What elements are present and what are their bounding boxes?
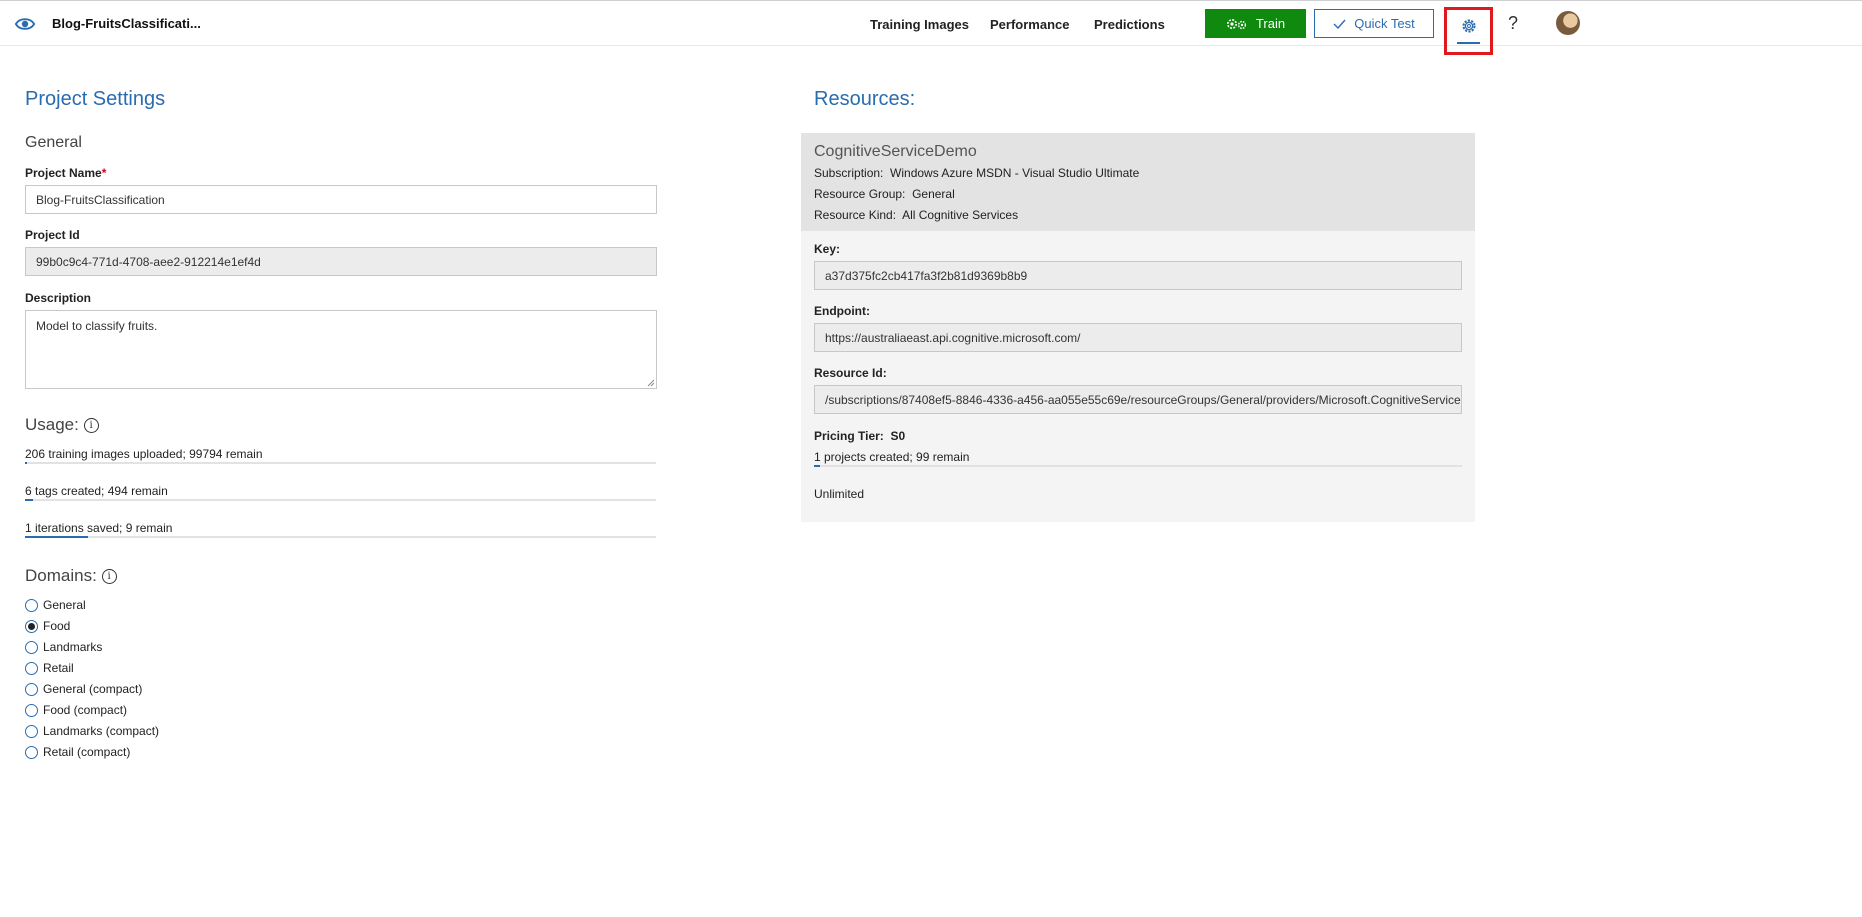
usage-iterations-bar-fill bbox=[25, 536, 88, 538]
pricing-tier: Pricing Tier: S0 bbox=[814, 429, 906, 443]
general-heading: General bbox=[25, 134, 82, 151]
settings-button[interactable] bbox=[1444, 7, 1493, 55]
radio-button[interactable] bbox=[25, 619, 38, 633]
help-button[interactable]: ? bbox=[1508, 13, 1518, 34]
project-name-input[interactable]: Blog-FruitsClassification bbox=[25, 185, 657, 214]
train-button[interactable]: Train bbox=[1205, 9, 1306, 38]
radio-button[interactable] bbox=[25, 682, 38, 696]
top-bar: Blog-FruitsClassificati... Training Imag… bbox=[0, 0, 1862, 55]
domain-option[interactable]: Retail (compact) bbox=[25, 745, 130, 759]
avatar[interactable] bbox=[1556, 11, 1580, 35]
domain-option-label: Retail bbox=[43, 661, 74, 675]
usage-images-bar-fill bbox=[25, 462, 27, 464]
domain-option-label: General (compact) bbox=[43, 682, 143, 696]
nav-predictions[interactable]: Predictions bbox=[1094, 17, 1165, 32]
key-label: Key: bbox=[814, 242, 841, 256]
radio-button[interactable] bbox=[25, 598, 38, 612]
description-label: Description bbox=[25, 291, 92, 305]
description-text: Model to classify fruits. bbox=[36, 319, 158, 333]
usage-tags-bar-fill bbox=[25, 499, 33, 501]
projects-usage-bar-fill bbox=[814, 465, 820, 467]
project-name-label: Project Name* bbox=[25, 166, 107, 180]
radio-button[interactable] bbox=[25, 724, 38, 738]
project-id-label: Project Id bbox=[25, 228, 80, 242]
domains-heading: Domains: i bbox=[25, 566, 117, 586]
domain-option-label: General bbox=[43, 598, 86, 612]
nav-performance[interactable]: Performance bbox=[990, 17, 1069, 32]
project-title[interactable]: Blog-FruitsClassificati... bbox=[52, 16, 201, 31]
quick-test-label: Quick Test bbox=[1354, 16, 1415, 31]
usage-images-bar bbox=[25, 462, 656, 464]
domain-option[interactable]: General (compact) bbox=[25, 682, 142, 696]
projects-usage-bar bbox=[814, 465, 1462, 467]
domain-option[interactable]: Food (compact) bbox=[25, 703, 127, 717]
usage-tags-bar bbox=[25, 499, 656, 501]
gear-icon bbox=[1462, 19, 1476, 33]
domain-option[interactable]: General bbox=[25, 598, 86, 612]
train-label: Train bbox=[1255, 16, 1286, 31]
project-settings-title: Project Settings bbox=[25, 88, 166, 110]
project-id-field[interactable]: 99b0c9c4-771d-4708-aee2-912214e1ef4d bbox=[25, 247, 657, 276]
resource-id-label: Resource Id: bbox=[814, 366, 887, 380]
eye-logo-icon[interactable] bbox=[14, 13, 36, 35]
resource-group-line: Resource Group: General bbox=[814, 187, 955, 201]
resource-header: CognitiveServiceDemo Subscription: Windo… bbox=[801, 133, 1475, 231]
usage-tags-text: 6 tags created; 494 remain bbox=[25, 484, 168, 498]
key-field[interactable]: a37d375fc2cb417fa3f2b81d9369b8b9 bbox=[814, 261, 1462, 290]
usage-heading: Usage: i bbox=[25, 415, 99, 435]
resource-id-field[interactable]: /subscriptions/87408ef5-8846-4336-a456-a… bbox=[814, 385, 1462, 414]
endpoint-label: Endpoint: bbox=[814, 304, 870, 318]
radio-button[interactable] bbox=[25, 703, 38, 717]
required-mark: * bbox=[101, 166, 107, 180]
domain-option-label: Landmarks bbox=[43, 640, 103, 654]
domain-option-label: Food (compact) bbox=[43, 703, 128, 717]
projects-usage-text: 1 projects created; 99 remain bbox=[814, 450, 970, 464]
domain-option[interactable]: Food bbox=[25, 619, 70, 633]
usage-images-text: 206 training images uploaded; 99794 rema… bbox=[25, 447, 263, 461]
resource-name: CognitiveServiceDemo bbox=[814, 143, 977, 160]
nav-training-images[interactable]: Training Images bbox=[870, 17, 969, 32]
radio-button[interactable] bbox=[25, 661, 38, 675]
quick-test-button[interactable]: Quick Test bbox=[1314, 9, 1434, 38]
domain-option[interactable]: Landmarks (compact) bbox=[25, 724, 159, 738]
domain-option-label: Food bbox=[43, 619, 71, 633]
subscription-line: Subscription: Windows Azure MSDN - Visua… bbox=[814, 166, 1140, 180]
endpoint-field[interactable]: https://australiaeast.api.cognitive.micr… bbox=[814, 323, 1462, 352]
usage-iterations-text: 1 iterations saved; 9 remain bbox=[25, 521, 173, 535]
radio-button[interactable] bbox=[25, 745, 38, 759]
domains-info-icon[interactable]: i bbox=[101, 569, 117, 585]
description-textarea[interactable]: Model to classify fruits. bbox=[25, 310, 657, 389]
resources-title: Resources: bbox=[814, 88, 916, 110]
domain-option[interactable]: Landmarks bbox=[25, 640, 102, 654]
unlimited-text: Unlimited bbox=[814, 487, 865, 501]
resource-panel: CognitiveServiceDemo Subscription: Windo… bbox=[801, 133, 1475, 522]
domain-option-label: Landmarks (compact) bbox=[43, 724, 160, 738]
radio-button[interactable] bbox=[25, 640, 38, 654]
usage-info-icon[interactable]: i bbox=[83, 418, 99, 434]
checkmark-icon bbox=[1333, 19, 1346, 29]
gears-icon bbox=[1226, 18, 1247, 29]
active-tab-indicator bbox=[1457, 42, 1480, 44]
usage-iterations-bar bbox=[25, 536, 656, 538]
resize-grip-icon[interactable] bbox=[647, 379, 655, 387]
resource-kind-line: Resource Kind: All Cognitive Services bbox=[814, 208, 1019, 222]
domain-option[interactable]: Retail bbox=[25, 661, 74, 675]
domain-option-label: Retail (compact) bbox=[43, 745, 131, 759]
